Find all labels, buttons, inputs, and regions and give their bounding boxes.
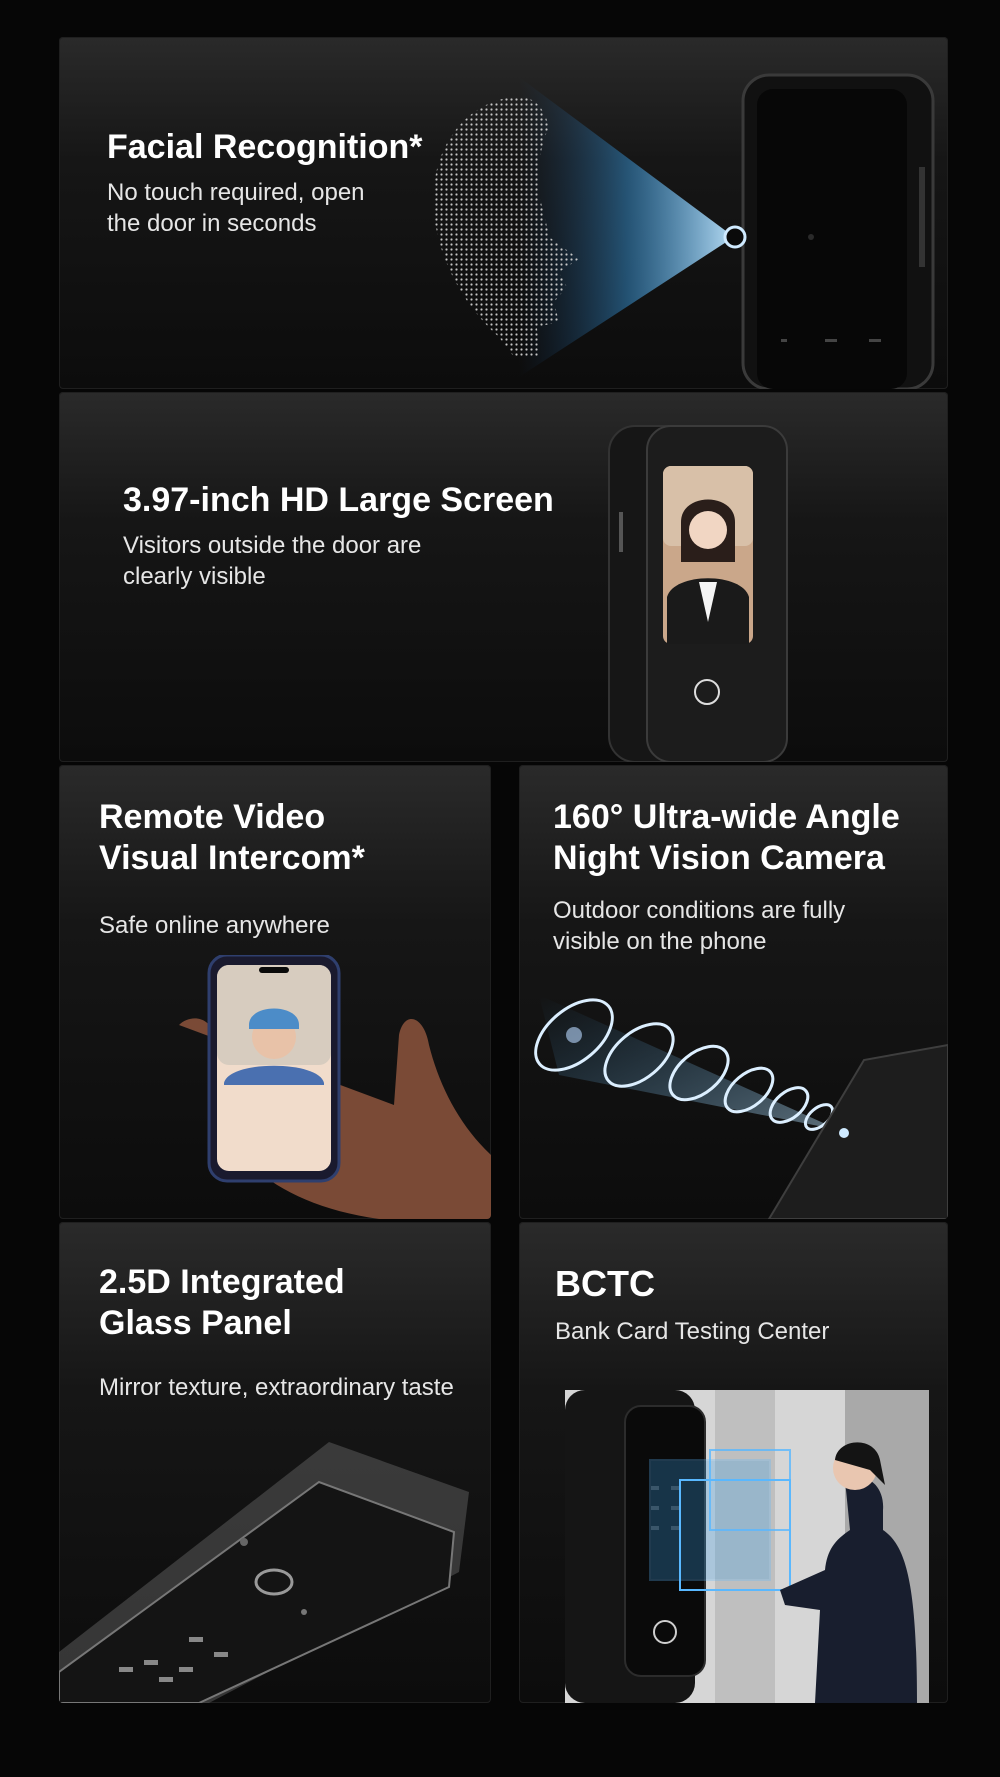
camera-beam-icon: [519, 77, 734, 377]
glass-panel-illustration: [59, 1442, 469, 1703]
face-scan-illustration: [433, 73, 935, 389]
card-title: 3.97-inch HD Large Screen: [123, 481, 554, 519]
card-title: 2.5D Integrated Glass Panel: [99, 1263, 345, 1342]
card-subtitle: Safe online anywhere: [99, 912, 330, 939]
card-subtitle: No touch required, open the door in seco…: [107, 179, 365, 238]
card-title: 160° Ultra-wide Angle Night Vision Camer…: [553, 798, 900, 877]
card-title: Facial Recognition*: [107, 128, 423, 166]
card-subtitle: Mirror texture, extraordinary taste: [99, 1374, 454, 1401]
phone-in-hand-illustration: [179, 955, 491, 1219]
feature-card-glass-panel: 2.5D Integrated Glass Panel Mirror textu…: [59, 1222, 491, 1703]
card-subtitle: Bank Card Testing Center: [555, 1318, 830, 1345]
feature-card-facial-recognition: Facial Recognition* No touch required, o…: [59, 37, 948, 389]
smart-lock-device: [767, 1043, 948, 1219]
card-title: Remote Video Visual Intercom*: [99, 798, 365, 877]
feature-card-hd-screen: 3.97-inch HD Large Screen Visitors outsi…: [59, 392, 948, 762]
card-subtitle: Visitors outside the door are clearly vi…: [123, 532, 422, 591]
wide-angle-camera-illustration: [534, 995, 948, 1219]
lock-with-screen-illustration: [608, 425, 788, 762]
card-subtitle: Outdoor conditions are fully visible on …: [553, 897, 846, 956]
feature-card-night-vision: 160° Ultra-wide Angle Night Vision Camer…: [519, 765, 948, 1219]
feature-card-remote-intercom: Remote Video Visual Intercom* Safe onlin…: [59, 765, 491, 1219]
feature-card-bctc: BCTC Bank Card Testing Center: [519, 1222, 948, 1703]
bctc-testing-illustration: [565, 1390, 929, 1703]
card-title: BCTC: [555, 1263, 655, 1304]
